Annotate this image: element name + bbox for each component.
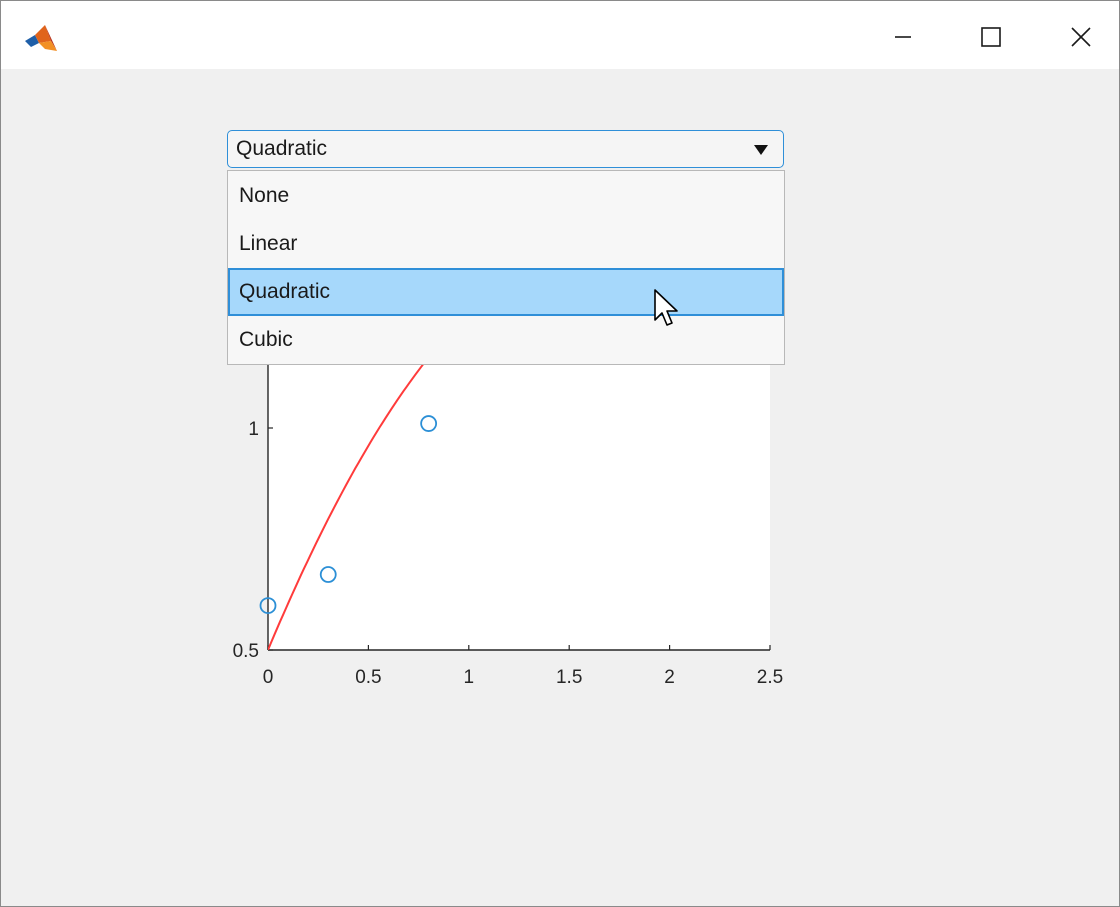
- data-point-marker: [420, 415, 438, 432]
- x-tick-label: 0: [263, 667, 274, 688]
- x-tick-label: 0.5: [355, 667, 381, 688]
- dropdown-options-list: None Linear Quadratic Cubic: [227, 170, 785, 365]
- dropdown-selected-value: Quadratic: [236, 137, 328, 160]
- dropdown-option-linear[interactable]: Linear: [228, 220, 784, 268]
- x-tick-label: 2.5: [757, 667, 783, 688]
- y-tick-label: 1: [248, 419, 259, 440]
- x-tick-label: 1.5: [556, 667, 582, 688]
- mouse-cursor-icon: [654, 289, 678, 326]
- dropdown-option-quadratic[interactable]: Quadratic: [228, 268, 784, 316]
- x-tick-label: 1: [464, 667, 475, 688]
- data-point-marker: [319, 566, 337, 583]
- fit-type-dropdown[interactable]: Quadratic: [227, 130, 784, 168]
- y-tick-label: 0.5: [233, 641, 259, 662]
- dropdown-option-none[interactable]: None: [228, 172, 784, 220]
- dropdown-option-cubic[interactable]: Cubic: [228, 316, 784, 364]
- dropdown-arrow-icon[interactable]: [753, 144, 769, 156]
- x-tick-label: 2: [664, 667, 675, 688]
